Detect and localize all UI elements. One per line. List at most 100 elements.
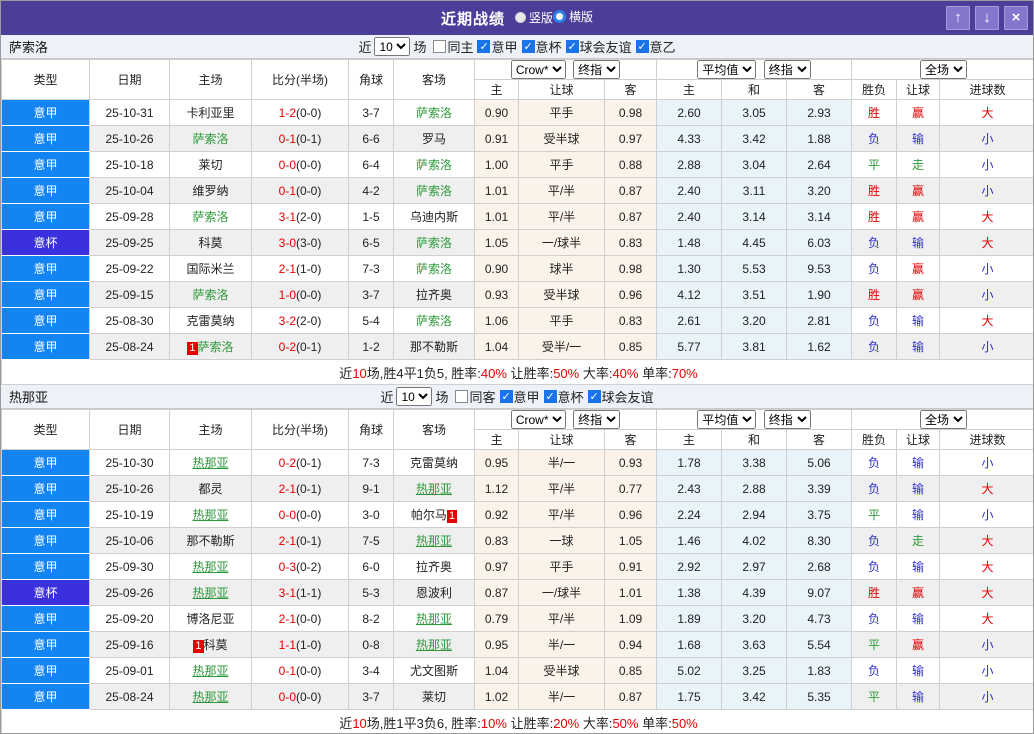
focus-team-link[interactable]: 萨索洛 (416, 314, 452, 328)
halftime-score: (0-1) (296, 131, 322, 146)
league-filter-checkbox[interactable] (543, 390, 557, 403)
result-goals-cell: 大 (939, 203, 1033, 230)
close-button[interactable]: × (1004, 6, 1028, 30)
focus-team-link[interactable]: 热那亚 (192, 664, 228, 678)
near-label: 近 (380, 390, 394, 405)
away-team-cell: 热那亚 (393, 475, 475, 502)
competition-type-cell: 意甲 (1, 333, 90, 360)
date-cell: 25-09-16 (89, 631, 170, 658)
avg-stage-select[interactable]: 终指 (763, 60, 811, 79)
result-handicap-cell: 输 (896, 333, 941, 360)
scope-select[interactable]: 全场 (920, 60, 968, 79)
layout-radio-checked[interactable]: 横版 (553, 8, 593, 25)
date-cell: 25-10-19 (89, 501, 170, 528)
same-venue-checkbox[interactable] (433, 40, 447, 53)
fulltime-score: 0-0 (278, 157, 296, 172)
focus-team-link[interactable]: 萨索洛 (192, 288, 228, 302)
result-handicap-cell: 输 (896, 449, 941, 476)
focus-team-link[interactable]: 热那亚 (192, 508, 228, 522)
result-handicap-cell: 赢 (896, 631, 941, 658)
average-select[interactable]: 平均值 (697, 410, 757, 429)
date-cell: 25-10-26 (89, 475, 170, 502)
near-label: 近 (358, 40, 372, 55)
focus-team-link[interactable]: 萨索洛 (192, 132, 228, 146)
bookmaker-select[interactable]: Crow* (510, 410, 566, 429)
match-row: 意甲 25-09-22 国际米兰 2-1(1-0) 7-3 萨索洛 0.90 球半 0.98 1.… (1, 255, 1033, 282)
avg-home-cell: 2.24 (656, 501, 723, 528)
odds-stage-select[interactable]: 终指 (573, 60, 621, 79)
average-select[interactable]: 平均值 (697, 60, 757, 79)
home-team-cell: 莱切 (169, 151, 252, 178)
summary-value: 50% (671, 715, 698, 731)
away-team-cell: 萨索洛 (393, 151, 475, 178)
focus-team-link[interactable]: 萨索洛 (416, 158, 452, 172)
col-score: 比分(半场) (251, 59, 349, 100)
summary-label: 单率: (638, 365, 672, 381)
match-count-select[interactable]: 10 (374, 37, 411, 56)
focus-team-link[interactable]: 萨索洛 (416, 236, 452, 250)
match-count-select[interactable]: 10 (396, 387, 433, 406)
competition-type-cell: 意甲 (1, 501, 90, 528)
avg-away-cell: 1.88 (786, 125, 853, 152)
league-filter-checkbox[interactable] (499, 390, 513, 403)
summary-value: 10 (352, 365, 367, 381)
competition-type-cell: 意甲 (1, 527, 90, 554)
focus-team-link[interactable]: 热那亚 (192, 456, 228, 470)
scope-select[interactable]: 全场 (920, 410, 968, 429)
halftime-score: (0-1) (296, 455, 322, 470)
league-filter-checkbox[interactable] (587, 390, 601, 403)
focus-team-link[interactable]: 热那亚 (416, 482, 452, 496)
focus-team-link[interactable]: 热那亚 (192, 560, 228, 574)
league-filter-checkbox[interactable] (521, 40, 535, 53)
score-cell: 0-0(0-0) (251, 151, 349, 178)
layout-radio-unchecked[interactable]: 竖版 (514, 9, 553, 26)
result-value: 胜 (868, 288, 881, 302)
odds-line-cell: 平/半 (518, 605, 605, 632)
focus-team-link[interactable]: 萨索洛 (198, 340, 234, 354)
focus-team-link[interactable]: 热那亚 (416, 612, 452, 626)
radio-icon[interactable] (553, 10, 566, 23)
score-cell: 3-2(2-0) (251, 307, 349, 334)
focus-team-link[interactable]: 热那亚 (416, 638, 452, 652)
opponent-team-name: 乌迪内斯 (409, 210, 458, 224)
odds-stage-select[interactable]: 终指 (573, 410, 621, 429)
focus-team-link[interactable]: 萨索洛 (416, 262, 452, 276)
halftime-score: (0-2) (296, 559, 322, 574)
league-filter-checkbox[interactable] (635, 40, 649, 53)
avg-away-cell: 1.83 (786, 657, 853, 684)
same-venue-checkbox[interactable] (455, 390, 469, 403)
avg-draw-cell: 3.42 (721, 683, 788, 710)
same-venue: 同客 (455, 387, 496, 406)
scope-select-group: 全场 (851, 59, 1033, 80)
summary-value: 40% (480, 365, 507, 381)
move-down-button[interactable]: ↓ (975, 6, 999, 30)
col-type: 类型 (1, 59, 90, 100)
radio-icon[interactable] (514, 12, 526, 23)
opponent-team-name: 那不勒斯 (409, 340, 458, 354)
result-value: 大 (981, 612, 994, 626)
opponent-team-name: 卡利亚里 (186, 106, 235, 120)
focus-team-link[interactable]: 热那亚 (192, 586, 228, 600)
move-up-button[interactable]: ↑ (946, 6, 970, 30)
odds-home-cell: 0.87 (474, 579, 519, 606)
avg-stage-select[interactable]: 终指 (763, 410, 811, 429)
avg-away-cell: 1.90 (786, 281, 853, 308)
league-filter-label: 意杯 (535, 40, 562, 55)
avg-home-cell: 5.02 (656, 657, 723, 684)
focus-team-link[interactable]: 萨索洛 (416, 184, 452, 198)
focus-team-link[interactable]: 萨索洛 (416, 106, 452, 120)
date-cell: 25-09-25 (89, 229, 170, 256)
corner-cell: 1-5 (348, 203, 394, 230)
result-value: 大 (981, 314, 994, 328)
focus-team-link[interactable]: 热那亚 (416, 534, 452, 548)
focus-team-link[interactable]: 萨索洛 (192, 210, 228, 224)
match-row: 意甲 25-08-30 克雷莫纳 3-2(2-0) 5-4 萨索洛 1.06 平手 0.83 2.… (1, 307, 1033, 334)
avg-home-cell: 1.48 (656, 229, 723, 256)
league-filter-checkbox[interactable] (477, 40, 491, 53)
focus-team-link[interactable]: 热那亚 (192, 690, 228, 704)
opponent-team-name: 国际米兰 (186, 262, 235, 276)
result-value: 输 (912, 340, 925, 354)
bookmaker-select[interactable]: Crow* (510, 60, 566, 79)
league-filter-checkbox[interactable] (565, 40, 579, 53)
col-avg-draw: 和 (721, 429, 788, 450)
